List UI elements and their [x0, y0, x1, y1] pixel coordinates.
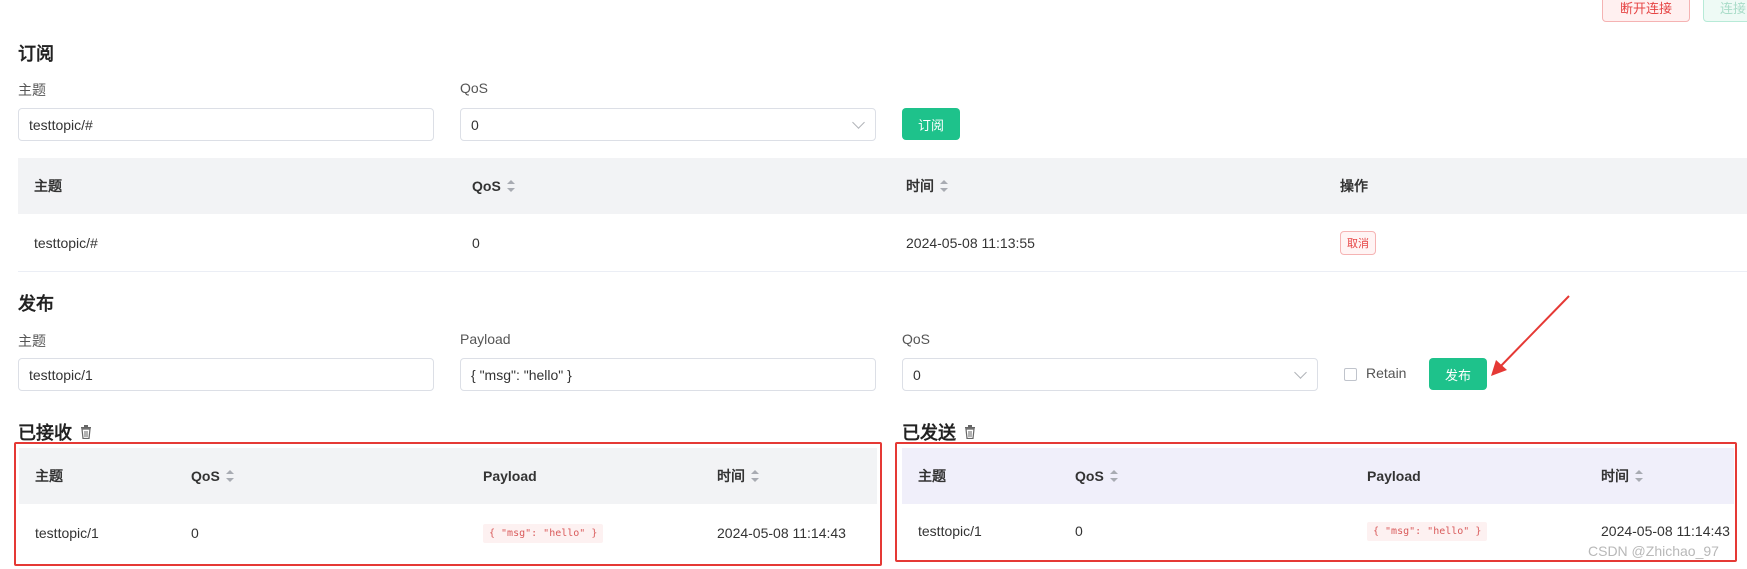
header-payload: Payload	[483, 468, 537, 484]
chevron-down-icon	[1294, 366, 1307, 379]
connect-button[interactable]: 连接	[1703, 0, 1747, 22]
received-table-header: 主题 QoS Payload 时间	[19, 448, 877, 504]
unsubscribe-button[interactable]: 取消	[1340, 230, 1376, 255]
publish-payload-value: { "msg": "hello" }	[471, 366, 572, 383]
subscribe-qos-label: QoS	[460, 80, 489, 96]
table-row: testtopic/1 0 { "msg": "hello" } 2024-05…	[19, 504, 877, 562]
table-row: testtopic/# 0 2024-05-08 11:13:55 取消	[18, 214, 1747, 272]
sort-icon[interactable]	[1109, 470, 1118, 482]
publish-qos-value: 0	[913, 366, 921, 383]
row-qos: 0	[472, 234, 480, 251]
sort-icon[interactable]	[1635, 470, 1643, 482]
subscribe-topic-label: 主题	[18, 82, 46, 98]
header-qos[interactable]: QoS	[1075, 448, 1118, 504]
row-payload: { "msg": "hello" }	[1367, 521, 1488, 541]
row-time: 2024-05-08 11:14:43	[717, 525, 846, 541]
publish-button[interactable]: 发布	[1429, 358, 1487, 390]
row-payload: { "msg": "hello" }	[483, 523, 604, 543]
subscribe-title: 订阅	[18, 44, 54, 64]
header-action: 操作	[1340, 178, 1368, 194]
publish-payload-input[interactable]: { "msg": "hello" }	[460, 358, 876, 391]
disconnect-button[interactable]: 断开连接	[1602, 0, 1690, 22]
chevron-down-icon	[852, 116, 865, 129]
publish-payload-label: Payload	[460, 331, 511, 347]
header-time[interactable]: 时间	[906, 158, 948, 214]
annotation-arrow-icon	[1491, 295, 1570, 376]
header-topic: 主题	[35, 468, 63, 484]
publish-qos-label: QoS	[902, 331, 931, 347]
subscribe-button[interactable]: 订阅	[902, 108, 960, 140]
header-payload: Payload	[1367, 468, 1421, 484]
retain-label[interactable]: Retain	[1366, 365, 1406, 381]
row-topic: testtopic/1	[35, 525, 99, 541]
sort-icon[interactable]	[751, 470, 759, 482]
header-time[interactable]: 时间	[1601, 448, 1643, 504]
row-topic: testtopic/1	[918, 523, 982, 539]
trash-icon[interactable]	[80, 425, 92, 439]
publish-title: 发布	[18, 294, 54, 314]
publish-qos-select[interactable]: 0	[902, 358, 1318, 391]
row-qos: 0	[1075, 523, 1083, 539]
header-qos[interactable]: QoS	[472, 158, 515, 214]
row-topic: testtopic/#	[34, 234, 98, 251]
subscribe-topic-input[interactable]: testtopic/#	[18, 108, 434, 141]
sort-icon[interactable]	[940, 180, 948, 192]
sort-icon[interactable]	[225, 470, 234, 482]
header-time[interactable]: 时间	[717, 448, 759, 504]
subscriptions-table-header: 主题 QoS 时间 操作	[18, 158, 1747, 214]
publish-topic-input[interactable]: testtopic/1	[18, 358, 434, 391]
subscribe-topic-value: testtopic/#	[29, 116, 93, 133]
publish-topic-label: 主题	[18, 333, 46, 349]
retain-checkbox[interactable]	[1344, 368, 1357, 381]
watermark: CSDN @Zhichao_97	[1588, 543, 1719, 559]
header-topic: 主题	[34, 178, 62, 194]
header-qos[interactable]: QoS	[191, 448, 234, 504]
subscribe-qos-value: 0	[471, 116, 479, 133]
row-qos: 0	[191, 525, 199, 541]
trash-icon[interactable]	[964, 425, 976, 439]
row-time: 2024-05-08 11:13:55	[906, 234, 1035, 251]
subscribe-qos-select[interactable]: 0	[460, 108, 876, 141]
publish-topic-value: testtopic/1	[29, 366, 93, 383]
header-topic: 主题	[918, 468, 946, 484]
sort-icon[interactable]	[506, 180, 515, 192]
sent-table-header: 主题 QoS Payload 时间	[902, 448, 1734, 504]
